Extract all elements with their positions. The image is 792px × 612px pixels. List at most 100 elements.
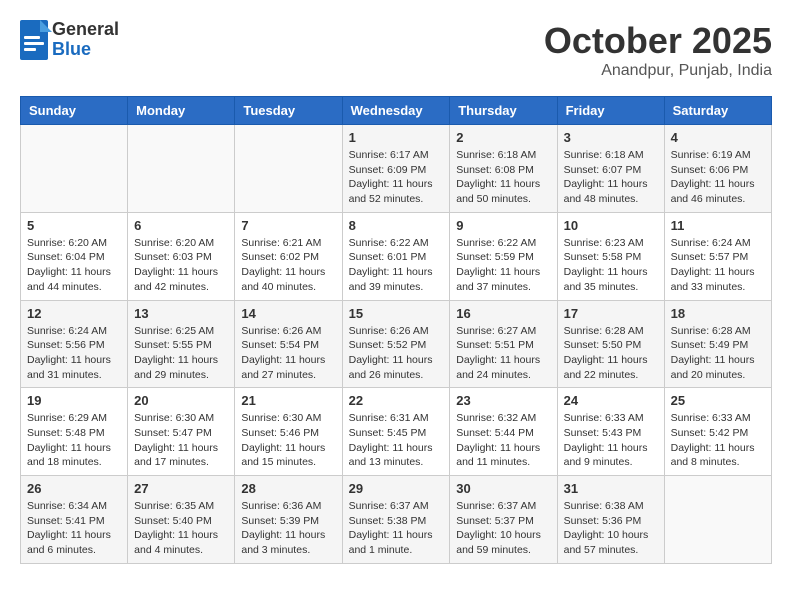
day-info: Sunrise: 6:26 AM Sunset: 5:54 PM Dayligh… [241, 324, 335, 383]
calendar-week-4: 19 Sunrise: 6:29 AM Sunset: 5:48 PM Dayli… [21, 388, 772, 476]
calendar-cell: 19 Sunrise: 6:29 AM Sunset: 5:48 PM Dayli… [21, 388, 128, 476]
day-number: 31 [564, 481, 658, 496]
day-info: Sunrise: 6:29 AM Sunset: 5:48 PM Dayligh… [27, 411, 121, 470]
day-number: 22 [349, 393, 444, 408]
day-info: Sunrise: 6:21 AM Sunset: 6:02 PM Dayligh… [241, 236, 335, 295]
day-info: Sunrise: 6:23 AM Sunset: 5:58 PM Dayligh… [564, 236, 658, 295]
day-info: Sunrise: 6:35 AM Sunset: 5:40 PM Dayligh… [134, 499, 228, 558]
day-number: 28 [241, 481, 335, 496]
day-number: 6 [134, 218, 228, 233]
day-number: 3 [564, 130, 658, 145]
calendar-cell: 27 Sunrise: 6:35 AM Sunset: 5:40 PM Dayli… [128, 476, 235, 564]
calendar-cell: 4Sunrise: 6:19 AM Sunset: 6:06 PM Daylig… [664, 125, 771, 213]
day-info: Sunrise: 6:33 AM Sunset: 5:43 PM Dayligh… [564, 411, 658, 470]
day-number: 25 [671, 393, 765, 408]
location: Anandpur, Punjab, India [544, 62, 772, 80]
day-number: 5 [27, 218, 121, 233]
day-info: Sunrise: 6:30 AM Sunset: 5:46 PM Dayligh… [241, 411, 335, 470]
calendar-cell [664, 476, 771, 564]
day-info: Sunrise: 6:18 AM Sunset: 6:07 PM Dayligh… [564, 148, 658, 207]
calendar-cell [21, 125, 128, 213]
day-info: Sunrise: 6:28 AM Sunset: 5:50 PM Dayligh… [564, 324, 658, 383]
calendar-cell: 11Sunrise: 6:24 AM Sunset: 5:57 PM Dayli… [664, 212, 771, 300]
day-info: Sunrise: 6:28 AM Sunset: 5:49 PM Dayligh… [671, 324, 765, 383]
calendar-cell: 30 Sunrise: 6:37 AM Sunset: 5:37 PM Dayli… [450, 476, 557, 564]
day-info: Sunrise: 6:36 AM Sunset: 5:39 PM Dayligh… [241, 499, 335, 558]
calendar-cell: 20Sunrise: 6:30 AM Sunset: 5:47 PM Dayli… [128, 388, 235, 476]
day-number: 7 [241, 218, 335, 233]
logo: General Blue [20, 20, 119, 60]
calendar-cell: 10Sunrise: 6:23 AM Sunset: 5:58 PM Dayli… [557, 212, 664, 300]
day-number: 18 [671, 306, 765, 321]
logo-icon [20, 20, 52, 60]
weekday-header-monday: Monday [128, 97, 235, 125]
calendar-week-1: 1Sunrise: 6:17 AM Sunset: 6:09 PM Daylig… [21, 125, 772, 213]
day-number: 2 [456, 130, 550, 145]
calendar-cell: 16Sunrise: 6:27 AM Sunset: 5:51 PM Dayli… [450, 300, 557, 388]
calendar-cell: 15Sunrise: 6:26 AM Sunset: 5:52 PM Dayli… [342, 300, 450, 388]
day-info: Sunrise: 6:18 AM Sunset: 6:08 PM Dayligh… [456, 148, 550, 207]
weekday-header-thursday: Thursday [450, 97, 557, 125]
calendar-cell: 28 Sunrise: 6:36 AM Sunset: 5:39 PM Dayli… [235, 476, 342, 564]
calendar-cell: 31Sunrise: 6:38 AM Sunset: 5:36 PM Dayli… [557, 476, 664, 564]
day-number: 8 [349, 218, 444, 233]
day-info: Sunrise: 6:37 AM Sunset: 5:38 PM Dayligh… [349, 499, 444, 558]
day-number: 26 [27, 481, 121, 496]
calendar-cell: 25 Sunrise: 6:33 AM Sunset: 5:42 PM Dayli… [664, 388, 771, 476]
day-info: Sunrise: 6:22 AM Sunset: 6:01 PM Dayligh… [349, 236, 444, 295]
logo-general: General [52, 20, 119, 40]
calendar-table: SundayMondayTuesdayWednesdayThursdayFrid… [20, 96, 772, 564]
calendar-cell [128, 125, 235, 213]
day-number: 14 [241, 306, 335, 321]
day-number: 21 [241, 393, 335, 408]
day-info: Sunrise: 6:32 AM Sunset: 5:44 PM Dayligh… [456, 411, 550, 470]
calendar-cell: 13Sunrise: 6:25 AM Sunset: 5:55 PM Dayli… [128, 300, 235, 388]
calendar-cell: 22 Sunrise: 6:31 AM Sunset: 5:45 PM Dayli… [342, 388, 450, 476]
day-info: Sunrise: 6:24 AM Sunset: 5:56 PM Dayligh… [27, 324, 121, 383]
day-info: Sunrise: 6:37 AM Sunset: 5:37 PM Dayligh… [456, 499, 550, 558]
calendar-cell: 14 Sunrise: 6:26 AM Sunset: 5:54 PM Dayli… [235, 300, 342, 388]
weekday-header-row: SundayMondayTuesdayWednesdayThursdayFrid… [21, 97, 772, 125]
title-block: October 2025 Anandpur, Punjab, India [544, 20, 772, 80]
day-info: Sunrise: 6:26 AM Sunset: 5:52 PM Dayligh… [349, 324, 444, 383]
page-header: General Blue October 2025 Anandpur, Punj… [20, 20, 772, 80]
day-number: 27 [134, 481, 228, 496]
calendar-cell: 24 Sunrise: 6:33 AM Sunset: 5:43 PM Dayli… [557, 388, 664, 476]
day-info: Sunrise: 6:24 AM Sunset: 5:57 PM Dayligh… [671, 236, 765, 295]
logo-text: General Blue [52, 20, 119, 60]
weekday-header-friday: Friday [557, 97, 664, 125]
day-number: 23 [456, 393, 550, 408]
calendar-cell: 18 Sunrise: 6:28 AM Sunset: 5:49 PM Dayli… [664, 300, 771, 388]
weekday-header-tuesday: Tuesday [235, 97, 342, 125]
day-info: Sunrise: 6:27 AM Sunset: 5:51 PM Dayligh… [456, 324, 550, 383]
day-info: Sunrise: 6:34 AM Sunset: 5:41 PM Dayligh… [27, 499, 121, 558]
calendar-cell: 8 Sunrise: 6:22 AM Sunset: 6:01 PM Daylig… [342, 212, 450, 300]
day-number: 19 [27, 393, 121, 408]
calendar-cell: 1Sunrise: 6:17 AM Sunset: 6:09 PM Daylig… [342, 125, 450, 213]
weekday-header-sunday: Sunday [21, 97, 128, 125]
day-number: 1 [349, 130, 444, 145]
day-info: Sunrise: 6:30 AM Sunset: 5:47 PM Dayligh… [134, 411, 228, 470]
calendar-cell: 2 Sunrise: 6:18 AM Sunset: 6:08 PM Daylig… [450, 125, 557, 213]
day-number: 30 [456, 481, 550, 496]
day-number: 9 [456, 218, 550, 233]
day-info: Sunrise: 6:20 AM Sunset: 6:03 PM Dayligh… [134, 236, 228, 295]
day-number: 29 [349, 481, 444, 496]
calendar-cell: 5Sunrise: 6:20 AM Sunset: 6:04 PM Daylig… [21, 212, 128, 300]
day-info: Sunrise: 6:19 AM Sunset: 6:06 PM Dayligh… [671, 148, 765, 207]
month-title: October 2025 [544, 20, 772, 62]
calendar-week-2: 5Sunrise: 6:20 AM Sunset: 6:04 PM Daylig… [21, 212, 772, 300]
calendar-week-5: 26 Sunrise: 6:34 AM Sunset: 5:41 PM Dayli… [21, 476, 772, 564]
day-number: 24 [564, 393, 658, 408]
calendar-cell: 12Sunrise: 6:24 AM Sunset: 5:56 PM Dayli… [21, 300, 128, 388]
day-info: Sunrise: 6:31 AM Sunset: 5:45 PM Dayligh… [349, 411, 444, 470]
calendar-cell: 7 Sunrise: 6:21 AM Sunset: 6:02 PM Daylig… [235, 212, 342, 300]
weekday-header-saturday: Saturday [664, 97, 771, 125]
calendar-cell: 23 Sunrise: 6:32 AM Sunset: 5:44 PM Dayli… [450, 388, 557, 476]
weekday-header-wednesday: Wednesday [342, 97, 450, 125]
calendar-cell: 29 Sunrise: 6:37 AM Sunset: 5:38 PM Dayli… [342, 476, 450, 564]
day-info: Sunrise: 6:25 AM Sunset: 5:55 PM Dayligh… [134, 324, 228, 383]
day-info: Sunrise: 6:22 AM Sunset: 5:59 PM Dayligh… [456, 236, 550, 295]
calendar-cell: 26 Sunrise: 6:34 AM Sunset: 5:41 PM Dayli… [21, 476, 128, 564]
day-info: Sunrise: 6:33 AM Sunset: 5:42 PM Dayligh… [671, 411, 765, 470]
